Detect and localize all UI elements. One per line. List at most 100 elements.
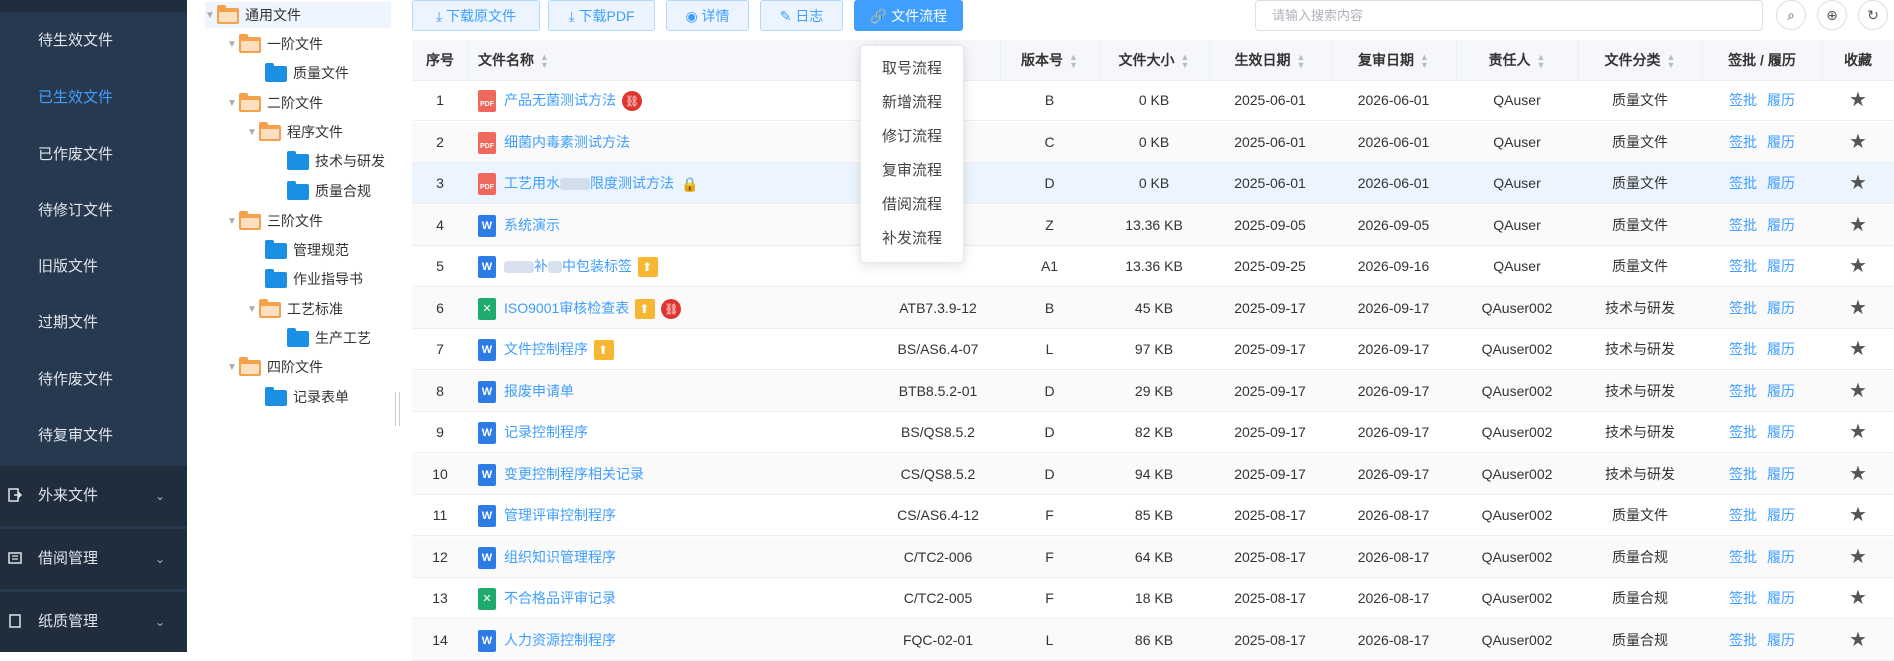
sign-link[interactable]: 签批 [1729,175,1757,191]
tree-node-compliance[interactable]: 质量合规 [287,178,371,204]
tree-node-rnd[interactable]: 技术与研发 [287,148,385,174]
col-name[interactable]: 文件名称 ▲ ▼ [468,40,876,80]
star-icon[interactable]: ★ [1849,255,1867,277]
sidebar-group-borrow[interactable]: 借阅管理 ⌄ [0,529,187,589]
sign-link[interactable]: 签批 [1729,92,1757,108]
tree-node-level2[interactable]: ▼ 二阶文件 [227,90,323,116]
tree-node-record-forms[interactable]: 记录表单 [265,384,349,410]
history-link[interactable]: 履历 [1767,632,1795,648]
sign-link[interactable]: 签批 [1729,424,1757,440]
history-link[interactable]: 履历 [1767,92,1795,108]
star-icon[interactable]: ★ [1849,504,1867,526]
history-link[interactable]: 履历 [1767,590,1795,606]
star-icon[interactable]: ★ [1849,131,1867,153]
sign-link[interactable]: 签批 [1729,507,1757,523]
menu-item-borrow-flow[interactable]: 借阅流程 [861,188,963,222]
history-link[interactable]: 履历 [1767,175,1795,191]
sort-icon[interactable]: ▲ ▼ [1667,53,1676,70]
table-row[interactable]: 7 W 文件控制程序 BS/AS6.4-07 L 97 KB 2025-09-17 2026-… [412,329,1894,370]
star-icon[interactable]: ★ [1849,546,1867,568]
tree-node-procedure[interactable]: ▼ 程序文件 [247,119,343,145]
menu-item-revise-flow[interactable]: 修订流程 [861,120,963,154]
sign-link[interactable]: 签批 [1729,258,1757,274]
sort-icon[interactable]: ▲ ▼ [540,53,549,70]
cell-file-name[interactable]: W 文件控制程序 [478,329,876,369]
table-row[interactable]: 8 W 报废申请单 BTB8.5.2-01 D 29 KB 2025-09-17 2026-0… [412,370,1894,412]
table-row[interactable]: 6 ✕ ISO9001审核检查表 ATB7.3.9-12 B 45 KB 2025-09-1… [412,287,1894,329]
star-icon[interactable]: ★ [1849,629,1867,651]
sign-link[interactable]: 签批 [1729,217,1757,233]
cell-file-name[interactable]: PDF 细菌内毒素测试方法 [478,122,876,162]
table-row[interactable]: 10 W 变更控制程序相关记录 CS/QS8.5.2 D 94 KB 2025-09-17 2… [412,453,1894,495]
sort-icon[interactable]: ▲ ▼ [1537,53,1546,70]
table-row[interactable]: 4 W 系统演示 Z 13.36 KB 2025-09-05 2026-09-05 QAuse… [412,204,1894,246]
tree-node-work-instruction[interactable]: 作业指导书 [265,266,363,292]
sign-link[interactable]: 签批 [1729,341,1757,357]
download-original-button[interactable]: ⤓ 下载原文件 [412,0,540,31]
table-row[interactable]: 12 W 组织知识管理程序 C/TC2-006 F 64 KB 2025-08-17 2026… [412,536,1894,578]
history-link[interactable]: 履历 [1767,300,1795,316]
history-link[interactable]: 履历 [1767,549,1795,565]
sidebar-item-voided[interactable]: 已作废文件 [0,126,187,183]
sign-link[interactable]: 签批 [1729,134,1757,150]
sort-icon[interactable]: ▲ ▼ [1420,53,1429,70]
table-row[interactable]: 2 PDF 细菌内毒素测试方法 C 0 KB 2025-06-01 2026-06-01 QA… [412,121,1894,163]
cell-file-name[interactable]: W 变更控制程序相关记录 [478,454,876,494]
tree-node-production[interactable]: 生产工艺 [287,325,371,351]
history-link[interactable]: 履历 [1767,383,1795,399]
sort-icon[interactable]: ▲ ▼ [1181,53,1190,70]
table-row[interactable]: 5 W 补中包装标签 A1 13.36 KB 2025-09-25 2026-09-16 QA… [412,246,1894,287]
star-icon[interactable]: ★ [1849,587,1867,609]
sidebar-item-expired[interactable]: 过期文件 [0,294,187,351]
tree-node-level3[interactable]: ▼ 三阶文件 [227,208,323,234]
table-row[interactable]: 3 PDF 工艺用水 限度测试方法 D 0 KB 2025-06-01 2026-06-01 Q… [412,163,1894,204]
table-row[interactable]: 1 PDF 产品无菌测试方法 B 0 KB 2025-06-01 2026-06-01 QAu… [412,80,1894,121]
history-link[interactable]: 履历 [1767,341,1795,357]
tree-node-general[interactable]: ▼ 通用文件 [205,2,391,28]
sort-icon[interactable]: ▲ ▼ [1297,53,1306,70]
sidebar-item-pending-void[interactable]: 待作废文件 [0,351,187,408]
sidebar-group-paper[interactable]: 纸质管理 ⌄ [0,592,187,652]
cell-file-name[interactable]: W 人力资源控制程序 [478,620,876,660]
sign-link[interactable]: 签批 [1729,466,1757,482]
log-button[interactable]: ✎ 日志 [760,0,843,31]
menu-item-reissue-flow[interactable]: 补发流程 [861,222,963,256]
history-link[interactable]: 履历 [1767,507,1795,523]
cell-file-name[interactable]: ✕ 不合格品评审记录 [478,578,876,618]
cell-file-name[interactable]: PDF 工艺用水 限度测试方法 [478,163,876,203]
tree-node-mgmt-spec[interactable]: 管理规范 [265,237,349,263]
settings-icon[interactable]: ⊕ [1817,0,1847,30]
details-button[interactable]: ◉ 详情 [666,0,749,31]
panel-resize-handle[interactable] [395,392,400,426]
col-version[interactable]: 版本号 ▲ ▼ [1000,40,1100,80]
star-icon[interactable]: ★ [1849,297,1867,319]
menu-item-number-flow[interactable]: 取号流程 [861,52,963,86]
cell-file-name[interactable]: W 组织知识管理程序 [478,537,876,577]
table-row[interactable]: 11 W 管理评审控制程序 CS/AS6.4-12 F 85 KB 2025-08-17 20… [412,495,1894,536]
history-link[interactable]: 履历 [1767,466,1795,482]
history-link[interactable]: 履历 [1767,134,1795,150]
sign-link[interactable]: 签批 [1729,590,1757,606]
sidebar-item-effective[interactable]: 已生效文件 [0,69,187,126]
cell-file-name[interactable]: W 报废申请单 [478,371,876,411]
cell-file-name[interactable]: ✕ ISO9001审核检查表 [478,288,876,328]
cell-file-name[interactable]: W 系统演示 [478,205,876,245]
tree-node-level4[interactable]: ▼ 四阶文件 [227,354,323,380]
cell-file-name[interactable]: PDF 产品无菌测试方法 [478,80,876,120]
cell-file-name[interactable]: W 补中包装标签 [478,246,876,286]
menu-item-review-flow[interactable]: 复审流程 [861,154,963,188]
history-link[interactable]: 履历 [1767,258,1795,274]
star-icon[interactable]: ★ [1849,338,1867,360]
cell-file-name[interactable]: W 记录控制程序 [478,412,876,452]
cell-file-name[interactable]: W 管理评审控制程序 [478,495,876,535]
col-effective[interactable]: 生效日期 ▲ ▼ [1209,40,1332,80]
refresh-icon[interactable]: ↻ [1858,0,1888,30]
sort-icon[interactable]: ▲ ▼ [1069,53,1078,70]
menu-item-new-flow[interactable]: 新增流程 [861,86,963,120]
sign-link[interactable]: 签批 [1729,632,1757,648]
table-row[interactable]: 9 W 记录控制程序 BS/QS8.5.2 D 82 KB 2025-09-17 2026-0… [412,412,1894,453]
download-pdf-button[interactable]: ⤓ 下载PDF [548,0,655,31]
history-link[interactable]: 履历 [1767,424,1795,440]
search-icon[interactable]: ⌕ [1776,0,1806,30]
col-category[interactable]: 文件分类 ▲ ▼ [1578,40,1703,80]
